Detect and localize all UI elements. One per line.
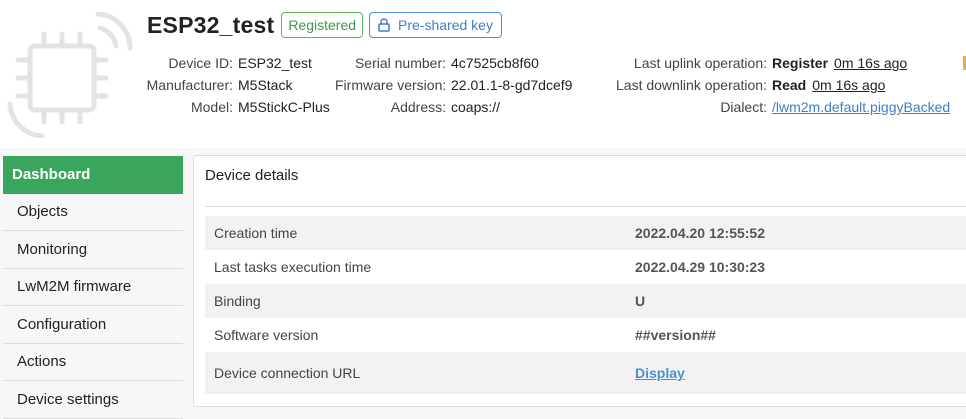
device-meta-operations: Last uplink operation: Register 0m 16s a… bbox=[611, 52, 950, 118]
divider bbox=[205, 206, 966, 207]
row-value: ##version## bbox=[635, 327, 716, 343]
meta-label: Serial number: bbox=[354, 55, 446, 71]
sidebar-item-lwm2m-firmware[interactable]: LwM2M firmware bbox=[3, 268, 183, 306]
meta-label: Device ID: bbox=[168, 55, 233, 71]
security-badge-label: Pre-shared key bbox=[398, 17, 493, 33]
meta-firmware-version: Firmware version: 22.01.1-8-gd7dcef9 bbox=[335, 74, 572, 96]
row-label: Last tasks execution time bbox=[214, 259, 372, 275]
meta-label: Firmware version: bbox=[335, 77, 447, 93]
meta-label: Last downlink operation: bbox=[616, 77, 767, 93]
display-url-link[interactable]: Display bbox=[635, 365, 685, 381]
sidebar-item-objects[interactable]: Objects bbox=[3, 193, 183, 231]
uplink-time-ago[interactable]: 0m 16s ago bbox=[834, 52, 907, 74]
meta-last-downlink: Last downlink operation: Read 0m 16s ago bbox=[611, 74, 950, 96]
security-badge[interactable]: Pre-shared key bbox=[369, 12, 502, 38]
row-label: Binding bbox=[214, 293, 261, 309]
table-row: Device connection URL Display bbox=[205, 352, 966, 394]
row-label: Software version bbox=[214, 327, 319, 343]
sidebar-item-actions[interactable]: Actions bbox=[3, 343, 183, 381]
row-value: 2022.04.20 12:55:52 bbox=[635, 225, 765, 241]
row-value: U bbox=[635, 293, 646, 309]
table-row: Binding U bbox=[205, 284, 966, 318]
row-label: Creation time bbox=[214, 225, 298, 241]
table-row: Software version ##version## bbox=[205, 318, 966, 352]
device-details-panel: Device details Creation time 2022.04.20 … bbox=[193, 155, 966, 407]
meta-value: M5StickC-Plus bbox=[238, 99, 330, 115]
device-meta-basic: Device ID: ESP32_test Manufacturer: M5St… bbox=[145, 52, 330, 118]
uplink-operation: Register bbox=[772, 55, 829, 71]
table-row: Creation time 2022.04.20 12:55:52 bbox=[205, 216, 966, 250]
meta-label: Address: bbox=[390, 99, 446, 115]
meta-value: Read bbox=[772, 74, 806, 96]
sidebar-item-device-settings[interactable]: Device settings bbox=[3, 381, 183, 419]
meta-address: Address: coaps:// bbox=[335, 96, 572, 118]
meta-dialect: Dialect: /lwm2m.default.piggyBacked bbox=[611, 96, 950, 118]
panel-title: Device details bbox=[205, 167, 299, 184]
device-details-table: Creation time 2022.04.20 12:55:52 Last t… bbox=[205, 216, 966, 394]
downlink-time-ago[interactable]: 0m 16s ago bbox=[812, 74, 885, 96]
meta-model: Model: M5StickC-Plus bbox=[145, 96, 330, 118]
table-row: Last tasks execution time 2022.04.29 10:… bbox=[205, 250, 966, 284]
meta-serial-number: Serial number: 4c7525cb8f60 bbox=[335, 52, 572, 74]
dialect-link[interactable]: /lwm2m.default.piggyBacked bbox=[772, 96, 950, 118]
sidebar: Dashboard Objects Monitoring LwM2M firmw… bbox=[0, 148, 190, 419]
downlink-operation: Read bbox=[772, 77, 807, 93]
status-badge: Registered bbox=[281, 12, 364, 38]
row-label: Device connection URL bbox=[214, 365, 361, 381]
meta-label: Manufacturer: bbox=[146, 77, 233, 93]
sidebar-item-dashboard[interactable]: Dashboard bbox=[3, 156, 183, 194]
title-row: ESP32_test Registered Pre-shared key bbox=[147, 11, 502, 39]
row-value: 2022.04.29 10:30:23 bbox=[635, 259, 765, 275]
sidebar-nav: Dashboard Objects Monitoring LwM2M firmw… bbox=[3, 156, 183, 419]
meta-value: 4c7525cb8f60 bbox=[451, 55, 539, 71]
meta-value: coaps:// bbox=[451, 99, 501, 115]
meta-value: ESP32_test bbox=[238, 55, 312, 71]
device-header: ESP32_test Registered Pre-shared key Dev… bbox=[0, 0, 966, 148]
sidebar-item-monitoring[interactable]: Monitoring bbox=[3, 231, 183, 269]
meta-last-uplink: Last uplink operation: Register 0m 16s a… bbox=[611, 52, 950, 74]
device-title: ESP32_test bbox=[147, 11, 275, 38]
meta-manufacturer: Manufacturer: M5Stack bbox=[145, 74, 330, 96]
meta-label: Dialect: bbox=[720, 99, 767, 115]
meta-value: M5Stack bbox=[238, 77, 293, 93]
device-meta-firmware: Serial number: 4c7525cb8f60 Firmware ver… bbox=[335, 52, 572, 118]
lock-icon bbox=[378, 18, 390, 32]
chip-wireless-icon bbox=[7, 11, 133, 138]
meta-device-id: Device ID: ESP32_test bbox=[145, 52, 330, 74]
sidebar-item-configuration[interactable]: Configuration bbox=[3, 306, 183, 344]
meta-label: Model: bbox=[190, 99, 233, 115]
meta-value: 22.01.1-8-gd7dcef9 bbox=[451, 77, 573, 93]
meta-label: Last uplink operation: bbox=[633, 55, 767, 71]
meta-value: Register bbox=[772, 52, 828, 74]
